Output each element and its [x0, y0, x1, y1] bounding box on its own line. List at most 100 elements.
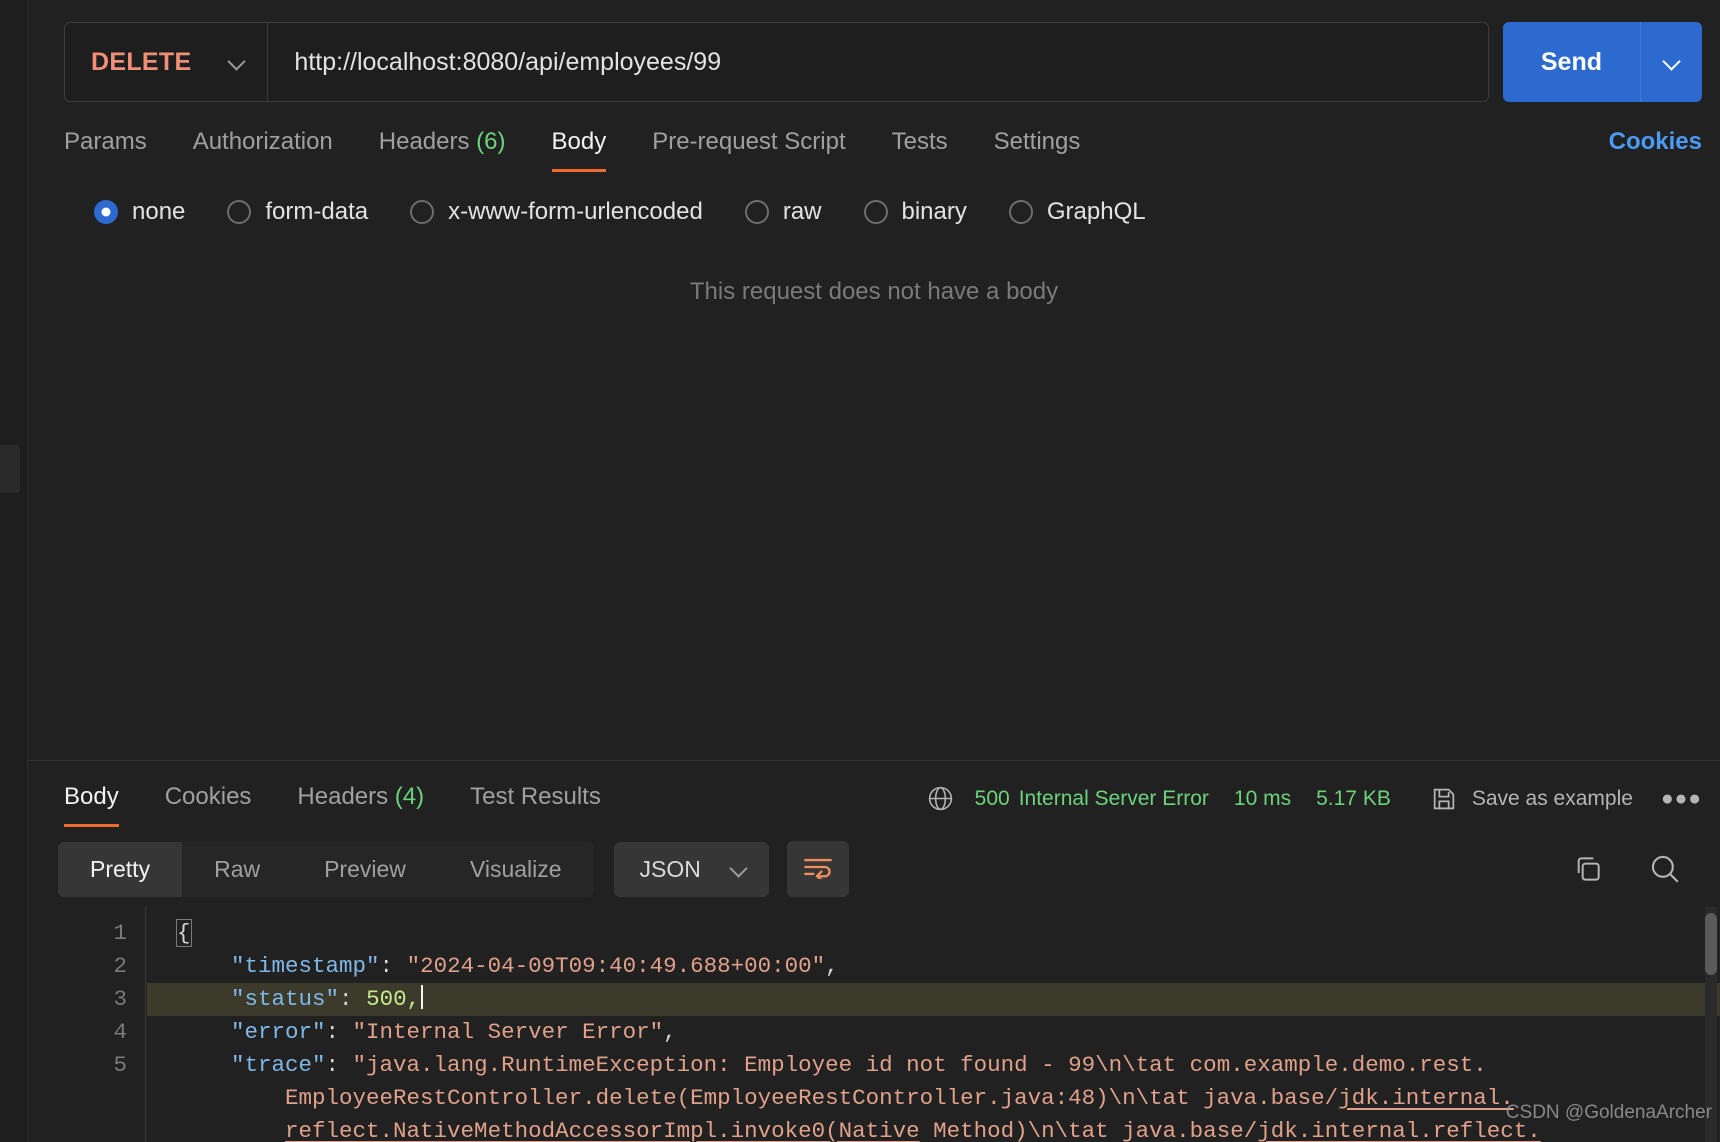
tab-count: (4)	[388, 783, 425, 810]
radio-button[interactable]	[1008, 200, 1033, 224]
body-type-x-www-form-urlencoded[interactable]: x-www-form-urlencoded	[410, 198, 703, 226]
empty-body-message: This request does not have a body	[689, 278, 1059, 305]
request-tab-headers[interactable]: Headers (6)	[379, 128, 506, 172]
url-input[interactable]: http://localhost:8080/api/employees/99	[268, 48, 721, 77]
tab-label: Settings	[993, 128, 1081, 155]
body-type-raw[interactable]: raw	[744, 198, 822, 226]
code-token: "status"	[231, 986, 340, 1012]
radio-label: x-www-form-urlencoded	[448, 198, 703, 225]
request-tabs: Params Authorization Headers (6) Body Pre-re…	[28, 102, 1720, 172]
line-number: 5	[113, 1052, 127, 1078]
response-view-toolbar: Pretty Raw Preview Visualize JSON	[28, 827, 1720, 907]
code-token: ,	[825, 953, 839, 979]
code-token: reflect.NativeMethodAccessorImpl.invoke0…	[285, 1118, 920, 1142]
response-tabs: Body Cookies Headers (4) Test Results	[64, 783, 647, 827]
tab-label: Params	[64, 128, 147, 155]
view-mode-preview[interactable]: Preview	[292, 842, 438, 897]
code-token: "timestamp"	[231, 953, 380, 979]
request-tab-authorization[interactable]: Authorization	[193, 128, 333, 172]
response-more-options-button[interactable]: ●●●	[1661, 787, 1702, 811]
line-number-gutter: 1 2 3 4 5	[28, 907, 146, 1142]
request-tab-tests[interactable]: Tests	[892, 128, 948, 172]
request-tab-params[interactable]: Params	[64, 128, 147, 172]
sidebar-resize-handle[interactable]	[0, 445, 20, 493]
request-body-area: This request does not have a body	[28, 226, 1720, 760]
request-tab-pre-request-script[interactable]: Pre-request Script	[652, 128, 845, 172]
body-type-none[interactable]: none	[94, 198, 185, 226]
code-scrollbar-thumb[interactable]	[1705, 913, 1717, 975]
code-line: reflect.NativeMethodAccessorImpl.invoke0…	[147, 1115, 1720, 1142]
response-header: Body Cookies Headers (4) Test Results 500 I…	[28, 761, 1720, 827]
word-wrap-icon	[803, 855, 833, 884]
tab-label: Body	[64, 783, 119, 810]
code-token: Method)\n\tat java.base/	[919, 1118, 1258, 1142]
radio-button[interactable]	[94, 200, 118, 224]
status-text: Internal Server Error	[1018, 786, 1209, 810]
cookies-link[interactable]: Cookies	[1609, 128, 1702, 172]
line-number: 3	[113, 986, 127, 1012]
chevron-down-icon	[229, 54, 245, 70]
code-token: "2024-04-09T09:40:49.688+00:00"	[406, 953, 826, 979]
send-button[interactable]: Send	[1502, 22, 1640, 102]
code-token: jdk.internal.reflect.	[1257, 1118, 1541, 1142]
main-column: DELETE http://localhost:8080/api/employe…	[28, 0, 1720, 1142]
http-method-selector[interactable]: DELETE	[65, 23, 269, 101]
tab-label: Authorization	[192, 128, 333, 155]
response-panel: Body Cookies Headers (4) Test Results 500 I…	[28, 760, 1720, 1142]
code-token: ,	[663, 1019, 677, 1045]
line-number: 1	[113, 920, 127, 946]
copy-icon[interactable]	[1572, 853, 1604, 885]
radio-label: none	[132, 198, 186, 225]
code-token: "Internal Server Error"	[352, 1019, 664, 1045]
radio-label: binary	[901, 198, 967, 225]
response-tab-test-results[interactable]: Test Results	[470, 783, 601, 827]
radio-button[interactable]	[863, 200, 888, 224]
status-code: 500	[974, 786, 1010, 810]
tab-label: Body	[551, 128, 607, 155]
response-status-bar: 500 Internal Server Error 10 ms 5.17 KB …	[926, 784, 1702, 827]
radio-button[interactable]	[410, 200, 435, 224]
save-icon	[1430, 785, 1458, 813]
tab-label: Cookies	[164, 783, 252, 810]
view-mode-raw[interactable]: Raw	[182, 842, 292, 897]
response-tab-body[interactable]: Body	[64, 783, 119, 827]
radio-label: raw	[782, 198, 822, 225]
radio-label: form-data	[265, 198, 369, 225]
radio-button[interactable]	[227, 200, 252, 224]
word-wrap-button[interactable]	[786, 841, 849, 897]
response-view-mode-group: Pretty Raw Preview Visualize	[58, 841, 594, 897]
send-options-button[interactable]	[1640, 22, 1702, 102]
globe-icon	[926, 784, 955, 813]
code-token: 500	[366, 986, 407, 1012]
response-size: 5.17 KB	[1316, 786, 1391, 810]
code-token: "trace"	[231, 1052, 326, 1078]
view-mode-pretty[interactable]: Pretty	[58, 841, 183, 897]
response-tab-cookies[interactable]: Cookies	[165, 783, 252, 827]
code-line: {	[147, 917, 1720, 950]
radio-button[interactable]	[744, 200, 769, 224]
postman-window: DELETE http://localhost:8080/api/employe…	[0, 0, 1720, 1142]
code-token: jdk.internal.	[1338, 1085, 1514, 1111]
response-tab-headers[interactable]: Headers (4)	[297, 783, 424, 827]
body-type-form-data[interactable]: form-data	[227, 198, 368, 226]
code-token: {	[176, 919, 192, 947]
response-format-select[interactable]: JSON	[613, 841, 769, 897]
save-as-example-button[interactable]: Save as example	[1472, 787, 1633, 811]
url-input-wrapper: DELETE http://localhost:8080/api/employe…	[64, 22, 1489, 102]
chevron-down-icon	[731, 861, 747, 877]
response-format-label: JSON	[639, 855, 701, 882]
chevron-down-icon	[1664, 54, 1680, 70]
response-body-code[interactable]: 1 2 3 4 5 { "timestamp": "2024-04-09T09:40:4…	[28, 907, 1720, 1142]
body-type-binary[interactable]: binary	[863, 198, 967, 226]
code-token: :	[339, 986, 367, 1012]
view-mode-visualize[interactable]: Visualize	[438, 842, 594, 897]
body-type-graphql[interactable]: GraphQL	[1008, 198, 1146, 226]
body-type-radio-group: none form-data x-www-form-urlencoded raw bin…	[28, 172, 1720, 226]
search-icon[interactable]	[1648, 852, 1682, 886]
request-tab-body[interactable]: Body	[551, 128, 607, 172]
request-tab-settings[interactable]: Settings	[994, 128, 1081, 172]
line-number: 2	[113, 953, 127, 979]
send-group: Send	[1502, 22, 1702, 102]
